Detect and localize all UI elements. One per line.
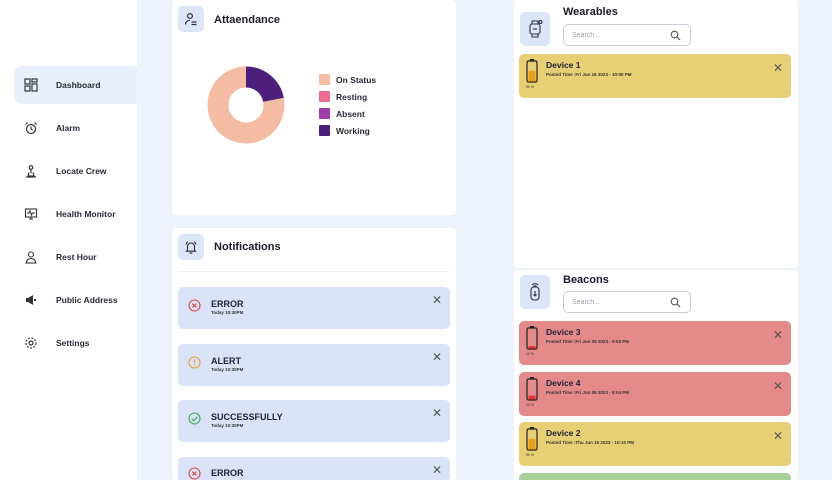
battery-icon <box>526 427 538 451</box>
wearables-title: Wearables <box>563 6 618 18</box>
device-posted-time: Posted Time :Fri Jun 09 2023 - 9:04 PM <box>546 339 629 344</box>
device-card[interactable]: 20 % Device 4 Posted Time :Fri Jun 09 20… <box>519 372 791 416</box>
legend-swatch <box>319 125 330 136</box>
battery-percent: 12 % <box>526 352 534 356</box>
notification-item-alert[interactable]: ALERT Today 10:30PM ✕ <box>178 344 450 386</box>
alert-icon <box>188 356 201 369</box>
beacons-search <box>563 291 691 313</box>
sidebar-item-label: Locate Crew <box>56 166 107 176</box>
health-monitor-icon <box>22 205 40 223</box>
error-icon <box>188 467 201 480</box>
search-icon[interactable] <box>670 30 681 41</box>
device-card[interactable]: 55 % Device 2 Posted Time :Thu Jun 15 20… <box>519 422 791 466</box>
sidebar-item-public-address[interactable]: Public Address <box>14 281 137 319</box>
device-posted-time: Posted Time :Fri Jun 16 2023 - 10:00 PM <box>546 72 632 77</box>
smartwatch-icon <box>520 12 550 46</box>
close-icon[interactable]: ✕ <box>773 62 783 74</box>
battery-percent: 20 % <box>526 403 534 407</box>
legend-label: Absent <box>336 108 365 119</box>
close-icon[interactable]: ✕ <box>773 329 783 341</box>
sidebar-item-health-monitor[interactable]: Health Monitor <box>14 195 137 233</box>
sidebar: Dashboard Alarm Locate Crew Health Monit… <box>0 0 137 480</box>
sidebar-item-alarm[interactable]: Alarm <box>14 109 137 147</box>
sidebar-item-label: Alarm <box>56 123 81 133</box>
attendance-title: Attaendance <box>214 14 281 26</box>
megaphone-icon <box>22 291 40 309</box>
close-icon[interactable]: ✕ <box>773 430 783 442</box>
notification-time: Today 10:30PM <box>211 423 244 428</box>
device-posted-time: Posted Time :Fri Jun 09 2023 - 9:04 PM <box>546 390 629 395</box>
device-card-partial[interactable] <box>519 473 791 480</box>
legend-swatch <box>319 74 330 85</box>
notification-item-error[interactable]: ERROR ✕ <box>178 457 450 480</box>
legend-label: Resting <box>336 91 368 102</box>
legend-swatch <box>319 91 330 102</box>
sidebar-item-settings[interactable]: Settings <box>14 324 137 362</box>
sidebar-item-label: Public Address <box>56 295 118 305</box>
alarm-clock-icon <box>22 119 40 137</box>
wearables-search-input[interactable] <box>572 30 662 41</box>
notification-item-error[interactable]: ERROR Today 10:30PM ✕ <box>178 287 450 329</box>
legend-label: On Status <box>336 74 377 85</box>
sidebar-item-locate-crew[interactable]: Locate Crew <box>14 152 137 190</box>
legend-item-on-status: On Status <box>319 74 376 85</box>
device-name: Device 4 <box>546 378 581 388</box>
sidebar-item-label: Dashboard <box>56 80 101 90</box>
notifications-divider <box>178 271 450 272</box>
battery-icon <box>526 59 538 83</box>
notification-time: Today 10:30PM <box>211 310 244 315</box>
device-card[interactable]: 55 % Device 1 Posted Time :Fri Jun 16 20… <box>519 54 791 98</box>
check-circle-icon <box>188 412 201 425</box>
attendance-donut-chart <box>207 66 285 144</box>
notification-time: Today 10:30PM <box>211 367 244 372</box>
battery-icon <box>526 377 538 401</box>
rest-hour-icon <box>22 248 40 266</box>
notification-title: ERROR <box>211 299 244 309</box>
search-icon[interactable] <box>670 297 681 308</box>
dashboard-icon <box>22 76 40 94</box>
notification-item-success[interactable]: SUCCESSFULLY Today 10:30PM ✕ <box>178 400 450 442</box>
close-icon[interactable]: ✕ <box>432 407 442 419</box>
battery-percent: 55 % <box>526 85 534 89</box>
bell-icon <box>178 234 204 260</box>
close-icon[interactable]: ✕ <box>432 464 442 476</box>
attendance-icon <box>178 6 204 32</box>
wearables-search <box>563 24 691 46</box>
device-name: Device 3 <box>546 327 581 337</box>
notification-title: SUCCESSFULLY <box>211 412 283 422</box>
legend-item-resting: Resting <box>319 91 367 102</box>
beacon-icon <box>520 275 550 309</box>
legend-item-absent: Absent <box>319 108 365 119</box>
beacons-search-input[interactable] <box>572 297 662 308</box>
legend-swatch <box>319 108 330 119</box>
device-name: Device 1 <box>546 60 581 70</box>
close-icon[interactable]: ✕ <box>432 351 442 363</box>
device-name: Device 2 <box>546 428 581 438</box>
sidebar-item-rest-hour[interactable]: Rest Hour <box>14 238 137 276</box>
donut-segment-working <box>245 66 284 103</box>
beacons-title: Beacons <box>563 274 609 286</box>
sidebar-item-dashboard[interactable]: Dashboard <box>14 66 137 104</box>
close-icon[interactable]: ✕ <box>773 380 783 392</box>
battery-icon <box>526 326 538 350</box>
sidebar-item-label: Settings <box>56 338 90 348</box>
legend-item-working: Working <box>319 125 370 136</box>
locate-pin-icon <box>22 162 40 180</box>
device-card[interactable]: 12 % Device 3 Posted Time :Fri Jun 09 20… <box>519 321 791 365</box>
sidebar-item-label: Health Monitor <box>56 209 116 219</box>
notifications-title: Notifications <box>214 241 281 253</box>
notification-title: ERROR <box>211 468 244 478</box>
gear-icon <box>22 334 40 352</box>
legend-label: Working <box>336 125 370 136</box>
close-icon[interactable]: ✕ <box>432 294 442 306</box>
device-posted-time: Posted Time :Thu Jun 15 2023 - 10:10 PM <box>546 440 634 445</box>
error-icon <box>188 299 201 312</box>
battery-percent: 55 % <box>526 453 534 457</box>
notification-title: ALERT <box>211 356 241 366</box>
sidebar-item-label: Rest Hour <box>56 252 97 262</box>
